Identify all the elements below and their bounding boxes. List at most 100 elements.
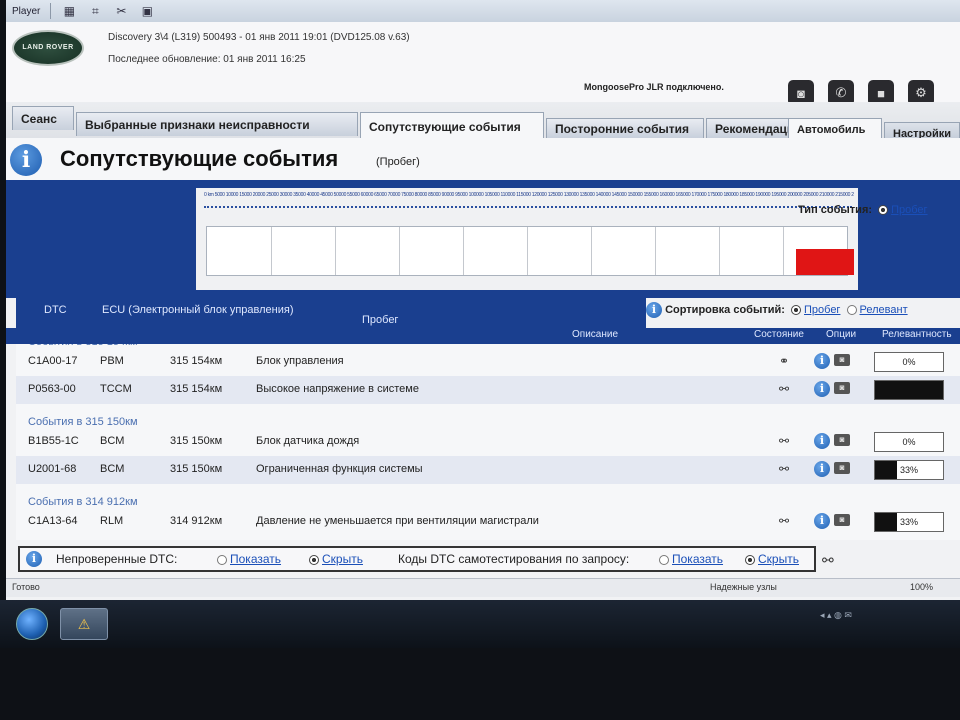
plot-gridline: [783, 227, 784, 275]
plot-gridline: [527, 227, 528, 275]
event-type-option[interactable]: Пробег: [891, 204, 927, 216]
ecu-name: BCM: [100, 463, 125, 475]
camera-icon[interactable]: ◙: [834, 462, 850, 474]
player-menu[interactable]: Player: [12, 6, 40, 17]
tree-icon[interactable]: ⌗: [87, 4, 103, 18]
info-icon[interactable]: i: [814, 433, 830, 449]
selftest-show-link[interactable]: Показать: [672, 552, 723, 566]
camera-icon[interactable]: ◙: [834, 434, 850, 446]
crop-icon[interactable]: ✂: [113, 4, 129, 18]
dtc-code: U2001-68: [28, 463, 77, 475]
event-description: Ограниченная функция системы: [256, 463, 423, 475]
plot-gridline: [719, 227, 720, 275]
plot-gridline: [335, 227, 336, 275]
sort-mileage-radio[interactable]: [791, 305, 801, 315]
sort-relevance-radio[interactable]: [846, 305, 857, 315]
unverified-hide-radio[interactable]: [309, 554, 319, 565]
event-row[interactable]: B1B55-1C BCM 315 150км Блок датчика дождя ⚯ i…: [16, 428, 960, 456]
status-bar: Готово Надежные узлы 100%: [6, 578, 960, 597]
selftest-hide-radio[interactable]: [745, 554, 755, 565]
tab-related-events[interactable]: Сопутствующие события: [360, 112, 544, 140]
selftest-label: Коды DTC самотестирования по запросу:: [398, 552, 630, 566]
col-relevance[interactable]: Релевантность: [882, 329, 952, 340]
relevance-value: 0%: [902, 357, 916, 367]
relevance-value: 0%: [902, 437, 916, 447]
unverified-show-radio[interactable]: [217, 554, 227, 565]
event-mileage: 314 912км: [170, 515, 223, 527]
relevance-value: 33%: [899, 465, 918, 475]
relevance-bar: 0%: [874, 352, 944, 372]
relevance-fill: [875, 381, 943, 399]
toolbar-separator: [50, 3, 52, 19]
broken-link-icon[interactable]: ⚯: [774, 514, 794, 528]
taskbar-app-icon[interactable]: ⚠: [60, 608, 108, 640]
col-description[interactable]: Описание: [572, 329, 618, 340]
tab-vehicle[interactable]: Автомобиль: [788, 118, 882, 140]
page-title: Сопутствующие события: [60, 146, 339, 171]
event-type-selector: Тип события: Пробег: [798, 204, 928, 216]
broken-link-icon[interactable]: ⚯: [774, 382, 794, 396]
broken-link-icon[interactable]: ⚯: [774, 462, 794, 476]
broken-link-icon[interactable]: ⚯: [774, 434, 794, 448]
broken-link-icon[interactable]: ⚯: [822, 552, 834, 569]
tab-session[interactable]: Сеанс: [12, 106, 74, 130]
sort-label: Сортировка событий:: [665, 303, 785, 316]
event-mileage: 315 150км: [170, 435, 223, 447]
event-row[interactable]: C1A13-64 RLM 314 912км Давление не уменьшае…: [16, 508, 960, 536]
card-icon[interactable]: ▣: [139, 4, 155, 18]
dtc-filter-bar: i Непроверенные DTC: Показать Скрыть Код…: [18, 546, 816, 572]
col-dtc[interactable]: DTC: [44, 304, 67, 316]
dtc-code: B1B55-1C: [28, 435, 79, 447]
ecu-name: TCCM: [100, 383, 132, 395]
list-subheader: Описание Состояние Опции Релевантность: [6, 328, 960, 344]
sort-relevance-option[interactable]: Релевант: [860, 304, 908, 316]
sort-mileage-option[interactable]: Пробег: [804, 304, 840, 316]
sort-control: i Сортировка событий: Пробег Релевант: [646, 302, 908, 318]
col-ecu[interactable]: ECU (Электронный блок управления): [102, 304, 293, 316]
unverified-hide-link[interactable]: Скрыть: [322, 552, 363, 566]
tab-row: Сеанс Выбранные признаки неисправности С…: [6, 102, 960, 144]
col-mileage[interactable]: Пробег: [362, 314, 398, 326]
plot-gridline: [463, 227, 464, 275]
info-icon[interactable]: i: [814, 353, 830, 369]
col-state[interactable]: Состояние: [754, 329, 804, 340]
zoom-level[interactable]: 100%: [910, 582, 933, 592]
event-marker-bar[interactable]: [796, 249, 854, 275]
chain-link-icon[interactable]: ⚭: [774, 354, 794, 368]
unverified-show-link[interactable]: Показать: [230, 552, 281, 566]
taskbar: ⚠ ◂ ▴ ◍ ✉: [0, 600, 960, 648]
relevance-fill: [875, 461, 898, 479]
plot-gridline: [399, 227, 400, 275]
event-row[interactable]: U2001-68 BCM 315 150км Ограниченная функция…: [16, 456, 960, 484]
plot-gridline: [655, 227, 656, 275]
windows-start-button[interactable]: [16, 608, 48, 640]
camera-icon[interactable]: ◙: [834, 382, 850, 394]
relevance-bar: 33%: [874, 512, 944, 532]
event-row[interactable]: P0563-00 TCCM 315 154км Высокое напряжение …: [16, 376, 960, 404]
info-icon[interactable]: i: [814, 513, 830, 529]
info-icon[interactable]: i: [646, 302, 662, 318]
camera-icon[interactable]: ◙: [834, 514, 850, 526]
grid-icon[interactable]: ▦: [61, 4, 77, 18]
relevance-fill: [875, 513, 898, 531]
tab-unrelated-events[interactable]: Посторонние события: [546, 118, 704, 138]
selftest-hide-link[interactable]: Скрыть: [758, 552, 799, 566]
camera-icon[interactable]: ◙: [834, 354, 850, 366]
col-options[interactable]: Опции: [826, 329, 856, 340]
status-text: Готово: [12, 582, 40, 592]
event-mileage: 315 150км: [170, 463, 223, 475]
list-header: DTC ECU (Электронный блок управления) Пр…: [16, 298, 646, 328]
info-icon[interactable]: i: [814, 381, 830, 397]
event-mileage: 315 154км: [170, 383, 223, 395]
info-icon[interactable]: i: [814, 461, 830, 477]
plot-gridline: [271, 227, 272, 275]
event-description: Высокое напряжение в системе: [256, 383, 419, 395]
event-row[interactable]: C1A00-17 PBM 315 154км Блок управления ⚭ i ◙ 0%: [16, 348, 960, 376]
selftest-show-radio[interactable]: [659, 554, 669, 565]
top-toolbar: Player ▦ ⌗ ✂ ▣: [6, 0, 960, 23]
timeline-axis: [204, 206, 852, 212]
tab-selected-symptoms[interactable]: Выбранные признаки неисправности: [76, 112, 358, 136]
timeline-plot[interactable]: [206, 226, 854, 276]
event-type-radio[interactable]: [878, 205, 889, 216]
unverified-label: Непроверенные DTC:: [56, 552, 178, 566]
